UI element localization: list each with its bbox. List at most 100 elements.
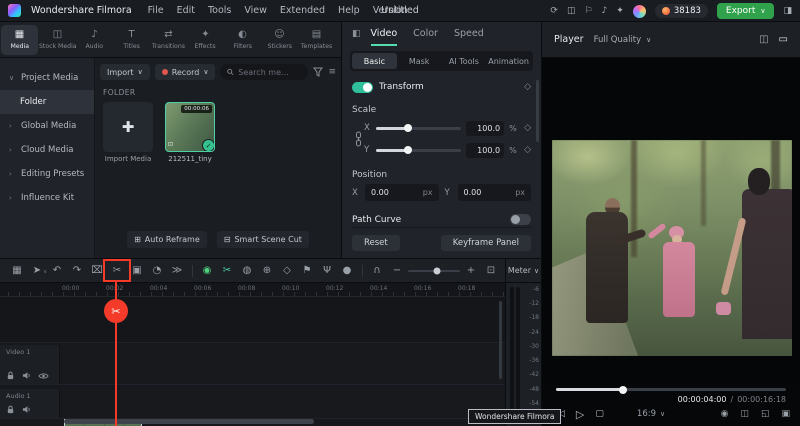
properties-scrollbar[interactable] (536, 80, 539, 142)
zoom-slider-thumb[interactable] (433, 267, 441, 274)
chroma-key-icon[interactable]: ◉ (198, 265, 216, 276)
menu-view[interactable]: View (244, 5, 267, 16)
points-badge[interactable]: 38183 (654, 4, 708, 18)
annotation-split-playhead-button[interactable]: ✂ (104, 299, 128, 323)
delete-icon[interactable]: ⌧ (88, 265, 106, 276)
more-tools-icon[interactable]: ≫ (168, 265, 186, 276)
video-track-lane[interactable]: Video 1 212511_tiny (0, 345, 505, 426)
split-icon[interactable]: ✂ (108, 265, 126, 276)
select-tool-icon[interactable]: ➤ ∨ (28, 265, 47, 276)
transform-keyframe-icon[interactable]: ◇ (524, 82, 531, 92)
sidebar-item-project-media[interactable]: ∨ Project Media (0, 66, 94, 90)
tab-effects[interactable]: ✦ Effects (187, 22, 224, 58)
motion-track-icon[interactable]: ⊕ (258, 265, 276, 276)
empty-track-lane[interactable] (0, 297, 505, 343)
timeline-vscrollbar[interactable] (499, 301, 502, 379)
sidebar-item-global-media[interactable]: › Global Media (0, 114, 94, 138)
zoom-in-icon[interactable]: + (462, 265, 480, 276)
timeline-zoom-slider[interactable] (408, 267, 460, 274)
snap-icon[interactable]: ∩ (368, 265, 386, 276)
filter-icon[interactable] (313, 67, 324, 77)
export-button[interactable]: Export ∨ (716, 3, 775, 19)
smart-scene-cut-button[interactable]: ⊟ Smart Scene Cut (216, 231, 309, 248)
subtab-mask[interactable]: Mask (397, 53, 442, 69)
scale-x-value[interactable]: 100.0 (466, 120, 505, 136)
meter-dropdown[interactable]: Meter ∨ (506, 259, 541, 283)
record-button[interactable]: Record ∨ (154, 64, 216, 80)
sidebar-item-influence-kit[interactable]: › Influence Kit (0, 186, 94, 210)
fit-timeline-icon[interactable]: ⊡ (482, 265, 500, 276)
notification-icon[interactable]: ⚐ (584, 6, 592, 16)
audio-device-icon[interactable]: ♪ (602, 6, 608, 16)
tab-media[interactable]: ▦ Media (1, 25, 38, 55)
marker-icon[interactable]: ⚑ (298, 265, 316, 276)
keyframe-icon[interactable]: ◇ (278, 265, 296, 276)
tab-color[interactable]: Color (413, 22, 438, 46)
sidebar-item-folder[interactable]: Folder (0, 90, 94, 114)
mask-icon[interactable]: ◍ (238, 265, 256, 276)
menu-help[interactable]: Help (338, 5, 360, 16)
scale-y-slider[interactable] (376, 146, 462, 154)
video-preview[interactable] (552, 140, 792, 356)
stop-button[interactable]: ▢ (595, 409, 604, 419)
auto-reframe-button[interactable]: ⊞ Auto Reframe (127, 231, 207, 248)
tab-filters[interactable]: ◐ Filters (224, 22, 261, 58)
tab-audio[interactable]: ♪ Audio (76, 22, 113, 58)
tab-stock-media[interactable]: ◫ Stock Media (39, 22, 77, 58)
reset-button[interactable]: Reset (352, 235, 400, 251)
scale-x-slider[interactable] (376, 124, 462, 132)
sidebar-item-editing-presets[interactable]: › Editing Presets (0, 162, 94, 186)
audio-track-lane[interactable]: Audio 1 (0, 389, 505, 419)
timeline-ruler[interactable]: 00:00 00:02 00:04 00:06 00:08 00:10 00:12 00:14… (0, 283, 505, 297)
tab-transitions[interactable]: ⇄ Transitions (150, 22, 187, 58)
subtab-ai-tools[interactable]: AI Tools (442, 53, 487, 69)
pip-icon[interactable]: ◱ (761, 409, 770, 419)
aspect-ratio-dropdown[interactable]: 16:9 ∨ (637, 409, 665, 419)
player-layout-icon[interactable]: ◫ (759, 34, 768, 45)
lock-icon[interactable] (6, 405, 15, 414)
play-button[interactable]: ▷ (576, 408, 584, 421)
fullscreen-icon[interactable]: ▣ (781, 409, 790, 419)
redo-icon[interactable]: ↷ (68, 265, 86, 276)
view-options-icon[interactable]: ≡ (328, 67, 336, 77)
menu-extended[interactable]: Extended (280, 5, 325, 16)
position-x-field[interactable]: 0.00 px (365, 184, 439, 201)
tab-templates[interactable]: ▤ Templates (298, 22, 335, 58)
import-button[interactable]: Import ∨ (100, 64, 150, 80)
scale-y-value[interactable]: 100.0 (466, 142, 505, 158)
mute-icon[interactable] (22, 405, 31, 414)
search-box[interactable] (220, 64, 309, 80)
zoom-out-icon[interactable]: − (388, 265, 406, 276)
media-clip-thumbnail[interactable]: 00:00:06 ⊡ ✓ (165, 102, 215, 152)
search-input[interactable] (238, 67, 302, 77)
snapshot-icon[interactable]: ◉ (721, 409, 729, 419)
account-avatar[interactable] (632, 4, 646, 18)
tab-speed[interactable]: Speed (454, 22, 484, 46)
scale-x-keyframe-icon[interactable]: ◇ (524, 123, 531, 133)
mute-icon[interactable] (22, 371, 31, 380)
eye-icon[interactable] (38, 372, 49, 380)
subtab-basic[interactable]: Basic (352, 53, 397, 69)
player-screen-icon[interactable]: ▭ (779, 34, 788, 45)
seek-thumb[interactable] (618, 385, 627, 394)
undo-icon[interactable]: ↶ (48, 265, 66, 276)
link-xy-icon[interactable] (354, 131, 363, 147)
gift-icon[interactable]: ✦ (616, 6, 624, 16)
sync-icon[interactable]: ⟳ (550, 6, 558, 16)
import-media-tile[interactable]: ✚ (103, 102, 153, 152)
transform-toggle[interactable] (352, 81, 373, 93)
smart-cut-icon[interactable]: ✂ (218, 265, 236, 276)
timeline-hscrollbar[interactable] (64, 419, 314, 424)
tab-stickers[interactable]: ☺ Stickers (261, 22, 298, 58)
tab-video[interactable]: Video (370, 22, 398, 46)
track-manager-icon[interactable]: ▦ (8, 265, 26, 276)
lock-icon[interactable] (6, 371, 15, 380)
menu-file[interactable]: File (148, 5, 164, 16)
menu-edit[interactable]: Edit (177, 5, 195, 16)
quality-dropdown[interactable]: Full Quality ∨ (594, 35, 652, 45)
record-icon[interactable]: ● (338, 265, 356, 276)
crop-icon[interactable]: ▣ (128, 265, 146, 276)
path-curve-toggle[interactable] (510, 214, 531, 225)
tab-titles[interactable]: T Titles (113, 22, 150, 58)
workspace-icon[interactable]: ◫ (567, 6, 576, 16)
